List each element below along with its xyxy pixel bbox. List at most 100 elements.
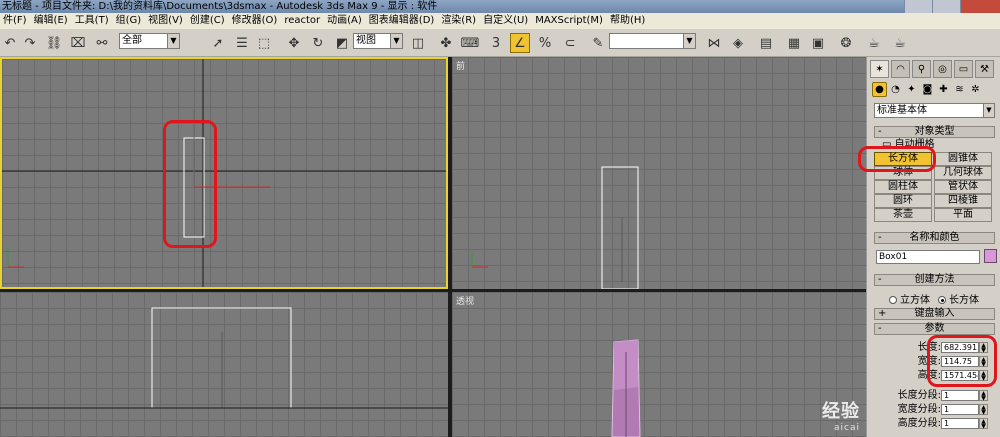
pivot-center-icon[interactable]: ◫: [408, 33, 428, 53]
selection-filter-dropdown[interactable]: 全部 ▼: [119, 33, 180, 49]
select-and-link-icon[interactable]: ⛓: [44, 33, 64, 53]
name-color-rollout-header[interactable]: - 名称和颜色: [874, 232, 995, 244]
unlink-icon[interactable]: ⌧: [68, 33, 88, 53]
cameras-icon[interactable]: ◙: [920, 82, 935, 97]
percent-snap-icon[interactable]: %: [535, 33, 555, 53]
lights-icon[interactable]: ✦: [904, 82, 919, 97]
named-selection-sets-dropdown[interactable]: ▼: [609, 33, 696, 49]
maximize-button[interactable]: [932, 0, 960, 13]
spinner-icon[interactable]: ▲ ▼: [979, 342, 988, 354]
pyramid-button[interactable]: 四棱锥: [934, 194, 992, 208]
object-name-input[interactable]: Box01: [876, 250, 980, 264]
menu-views[interactable]: 视图(V): [145, 13, 187, 29]
geometry-icon[interactable]: ●: [872, 82, 887, 97]
select-by-name-icon[interactable]: ☰: [232, 33, 252, 53]
teapot-button[interactable]: 茶壶: [874, 208, 932, 222]
mirror-icon[interactable]: ⋈: [704, 33, 724, 53]
reference-coord-dropdown[interactable]: 视图 ▼: [353, 33, 403, 49]
snaps-toggle-icon[interactable]: 3: [486, 33, 506, 53]
height-input[interactable]: 1571.454: [941, 370, 979, 381]
viewport-front[interactable]: 前: [452, 57, 866, 289]
object-color-swatch[interactable]: [984, 249, 997, 263]
menu-graph-editors[interactable]: 图表编辑器(D): [366, 13, 439, 29]
spinner-icon[interactable]: ▲ ▼: [979, 356, 988, 368]
menu-customize[interactable]: 自定义(U): [480, 13, 532, 29]
viewport-left[interactable]: [0, 292, 448, 437]
rectangular-selection-icon[interactable]: ⬚: [254, 33, 274, 53]
quick-render-icon[interactable]: ☕: [890, 33, 910, 53]
curve-editor-icon[interactable]: ▦: [784, 33, 804, 53]
hierarchy-tab-icon[interactable]: ⚲: [912, 60, 931, 78]
length-segs-input[interactable]: 1: [941, 390, 979, 401]
menu-edit[interactable]: 编辑(E): [31, 13, 72, 29]
motion-tab-icon[interactable]: ◎: [933, 60, 952, 78]
box-button[interactable]: 长方体: [874, 152, 932, 166]
width-segs-input[interactable]: 1: [941, 404, 979, 415]
cylinder-button[interactable]: 圆柱体: [874, 180, 932, 194]
autogrid-checkbox[interactable]: ▭ 自动栅格: [882, 139, 935, 151]
helpers-icon[interactable]: ✚: [936, 82, 951, 97]
edit-named-selection-icon[interactable]: ✎: [588, 33, 608, 53]
shapes-icon[interactable]: ◔: [888, 82, 903, 97]
menu-rendering[interactable]: 渲染(R): [438, 13, 480, 29]
select-object-icon[interactable]: ➚: [208, 33, 228, 53]
collapse-icon: -: [878, 323, 882, 334]
menu-animation[interactable]: 动画(A): [324, 13, 366, 29]
torus-button[interactable]: 圆环: [874, 194, 932, 208]
primitive-category-dropdown[interactable]: 标准基本体 ▼: [874, 103, 995, 118]
menu-maxscript[interactable]: MAXScript(M): [532, 13, 607, 29]
spinner-icon[interactable]: ▲ ▼: [979, 404, 988, 416]
parameters-rollout-header[interactable]: - 参数: [874, 323, 995, 335]
undo-icon[interactable]: ↶: [0, 33, 20, 53]
select-and-move-icon[interactable]: ✥: [284, 33, 304, 53]
percent-snap-label: %: [538, 35, 552, 51]
display-tab-icon[interactable]: ▭: [954, 60, 973, 78]
material-editor-icon[interactable]: ❂: [836, 33, 856, 53]
layer-manager-icon[interactable]: ▤: [756, 33, 776, 53]
box-radio[interactable]: 长方体: [938, 291, 979, 306]
bind-space-warp-icon[interactable]: ⚯: [92, 33, 112, 53]
menu-help[interactable]: 帮助(H): [607, 13, 649, 29]
select-and-scale-icon[interactable]: ◩: [332, 33, 352, 53]
cone-button[interactable]: 圆锥体: [934, 152, 992, 166]
menu-tools[interactable]: 工具(T): [72, 13, 113, 29]
object-type-rollout-header[interactable]: - 对象类型: [874, 126, 995, 138]
spinner-icon[interactable]: ▲ ▼: [979, 370, 988, 382]
select-and-rotate-icon[interactable]: ↻: [308, 33, 328, 53]
space-warps-icon[interactable]: ≋: [952, 82, 967, 97]
angle-snap-icon[interactable]: ∠: [510, 33, 530, 53]
geosphere-button[interactable]: 几何球体: [934, 166, 992, 180]
menu-create[interactable]: 创建(C): [187, 13, 229, 29]
viewport-perspective[interactable]: 透视 经验 aicai: [452, 292, 866, 437]
redo-icon[interactable]: ↷: [20, 33, 40, 53]
menu-reactor[interactable]: reactor: [281, 13, 324, 29]
creation-method-rollout-header[interactable]: - 创建方法: [874, 274, 995, 286]
height-segs-input[interactable]: 1: [941, 418, 979, 429]
cube-radio[interactable]: 立方体: [889, 291, 930, 306]
length-input[interactable]: 682.391: [941, 342, 979, 353]
minimize-button[interactable]: [904, 0, 932, 13]
menu-group[interactable]: 组(G): [113, 13, 146, 29]
utilities-tab-icon[interactable]: ⚒: [975, 60, 994, 78]
schematic-view-icon[interactable]: ▣: [808, 33, 828, 53]
select-manipulate-icon[interactable]: ✤: [436, 33, 456, 53]
modify-tab-icon[interactable]: ◠: [891, 60, 910, 78]
align-icon[interactable]: ◈: [728, 33, 748, 53]
keyboard-shortcut-icon[interactable]: ⌨: [460, 33, 480, 53]
close-button[interactable]: [960, 0, 1000, 13]
spinner-snap-icon[interactable]: ⊂: [560, 33, 580, 53]
tube-button[interactable]: 管状体: [934, 180, 992, 194]
systems-icon[interactable]: ✲: [968, 82, 983, 97]
viewport-top[interactable]: [0, 57, 448, 289]
create-tab-icon[interactable]: ✶: [870, 60, 889, 78]
plane-button[interactable]: 平面: [934, 208, 992, 222]
spinner-icon[interactable]: ▲ ▼: [979, 418, 988, 430]
height-param: 高度: 1571.454 ▲ ▼: [875, 370, 999, 382]
menu-modifiers[interactable]: 修改器(O): [229, 13, 282, 29]
render-scene-icon[interactable]: ☕: [864, 33, 884, 53]
keyboard-entry-rollout-header[interactable]: + 键盘输入: [874, 308, 995, 320]
spinner-icon[interactable]: ▲ ▼: [979, 390, 988, 402]
width-input[interactable]: 114.75: [941, 356, 979, 367]
sphere-button[interactable]: 球体: [874, 166, 932, 180]
menu-file[interactable]: 件(F): [0, 13, 31, 29]
